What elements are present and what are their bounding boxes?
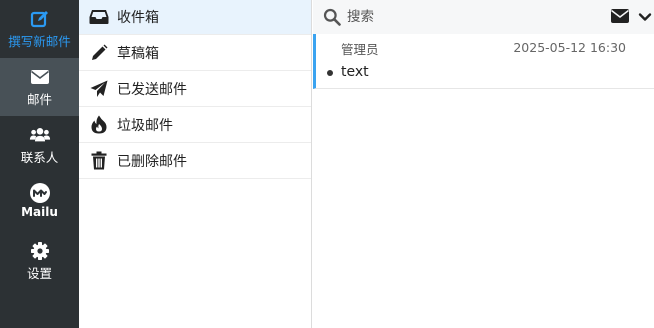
mailu-logo-icon: [29, 182, 51, 204]
rail-settings-label: 设置: [26, 266, 52, 281]
folder-drafts[interactable]: 草稿箱: [79, 35, 311, 71]
rail-item-settings[interactable]: 设置: [0, 232, 79, 290]
folder-spam[interactable]: 垃圾邮件: [79, 107, 311, 143]
folder-spam-label: 垃圾邮件: [117, 117, 173, 134]
folder-sent-label: 已发送邮件: [117, 81, 187, 98]
folder-drafts-label: 草稿箱: [117, 45, 159, 62]
message-sender: 管理员: [341, 42, 379, 57]
paper-plane-icon: [89, 79, 109, 99]
search-input[interactable]: [347, 6, 597, 28]
message-pane: 管理员 2025-05-12 16:30 text: [313, 0, 654, 328]
message-list-item[interactable]: 管理员 2025-05-12 16:30 text: [313, 34, 654, 89]
gear-icon: [29, 240, 51, 262]
fire-icon: [89, 115, 109, 135]
pencil-icon: [89, 43, 109, 63]
left-nav-rail: 撰写新邮件 邮件 联系人 Mailu 设置: [0, 0, 79, 328]
chevron-down-icon[interactable]: [638, 9, 652, 25]
compose-label: 撰写新邮件: [8, 34, 71, 49]
folder-inbox-label: 收件箱: [117, 10, 159, 26]
search-icon: [323, 8, 341, 26]
envelope-icon: [29, 66, 51, 88]
rail-item-mailu[interactable]: Mailu: [0, 174, 79, 232]
compose-button[interactable]: 撰写新邮件: [0, 0, 79, 56]
message-subject: text: [341, 64, 369, 80]
inbox-icon: [89, 7, 109, 27]
rail-contacts-label: 联系人: [20, 150, 59, 165]
message-view-envelope-icon[interactable]: [610, 8, 630, 26]
rail-item-mail[interactable]: 邮件: [0, 58, 79, 116]
users-icon: [29, 124, 51, 146]
trash-icon: [89, 151, 109, 171]
folder-list: 收件箱 草稿箱 已发送邮件 垃圾邮件 已删除邮件: [79, 0, 312, 328]
folder-sent[interactable]: 已发送邮件: [79, 71, 311, 107]
folder-trash[interactable]: 已删除邮件: [79, 143, 311, 179]
message-date: 2025-05-12 16:30: [513, 40, 626, 55]
rail-item-contacts[interactable]: 联系人: [0, 116, 79, 174]
folder-inbox[interactable]: 收件箱: [79, 0, 311, 35]
rail-mail-label: 邮件: [26, 92, 52, 107]
search-bar: [313, 0, 654, 34]
compose-edit-icon: [29, 8, 51, 30]
rail-mailu-label: Mailu: [21, 205, 58, 219]
folder-trash-label: 已删除邮件: [117, 153, 187, 170]
unread-dot-icon: [327, 70, 333, 76]
